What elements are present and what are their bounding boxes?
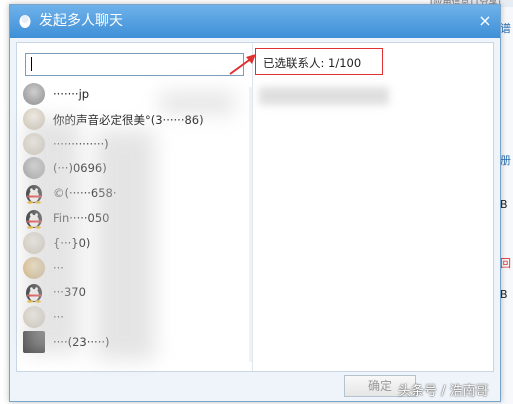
blur-smudge [25, 118, 80, 353]
blur-smudge [160, 92, 235, 114]
background-mark: B [500, 288, 508, 301]
blur-smudge [95, 130, 155, 360]
selected-pane: 已选联系人: 1/100 [253, 43, 493, 371]
qq-penguin-icon [19, 15, 31, 28]
text-caret [31, 56, 32, 71]
dialog-title: 发起多人聊天 [39, 13, 123, 29]
title-bar[interactable]: 发起多人聊天 × [10, 5, 500, 38]
background-mark: B [500, 198, 508, 211]
avatar [23, 83, 45, 105]
contact-name: ·······jp [53, 87, 90, 101]
watermark: 头条号 / 浩南哥 [398, 384, 489, 399]
background-mark: 谱 [500, 22, 511, 35]
background-mark: 册 [500, 154, 511, 167]
selected-count-text: 已选联系人: 1/100 [263, 56, 362, 70]
blurred-selection [259, 87, 389, 105]
search-input[interactable] [25, 53, 244, 76]
close-button[interactable]: × [476, 12, 494, 30]
pointer-arrow [229, 54, 256, 75]
selected-count-label: 已选联系人: 1/100 [255, 48, 383, 75]
content-area: ·······jp 你的声音必定很美°(3······86) ···········… [16, 42, 494, 372]
background-mark: 回 [500, 257, 511, 270]
